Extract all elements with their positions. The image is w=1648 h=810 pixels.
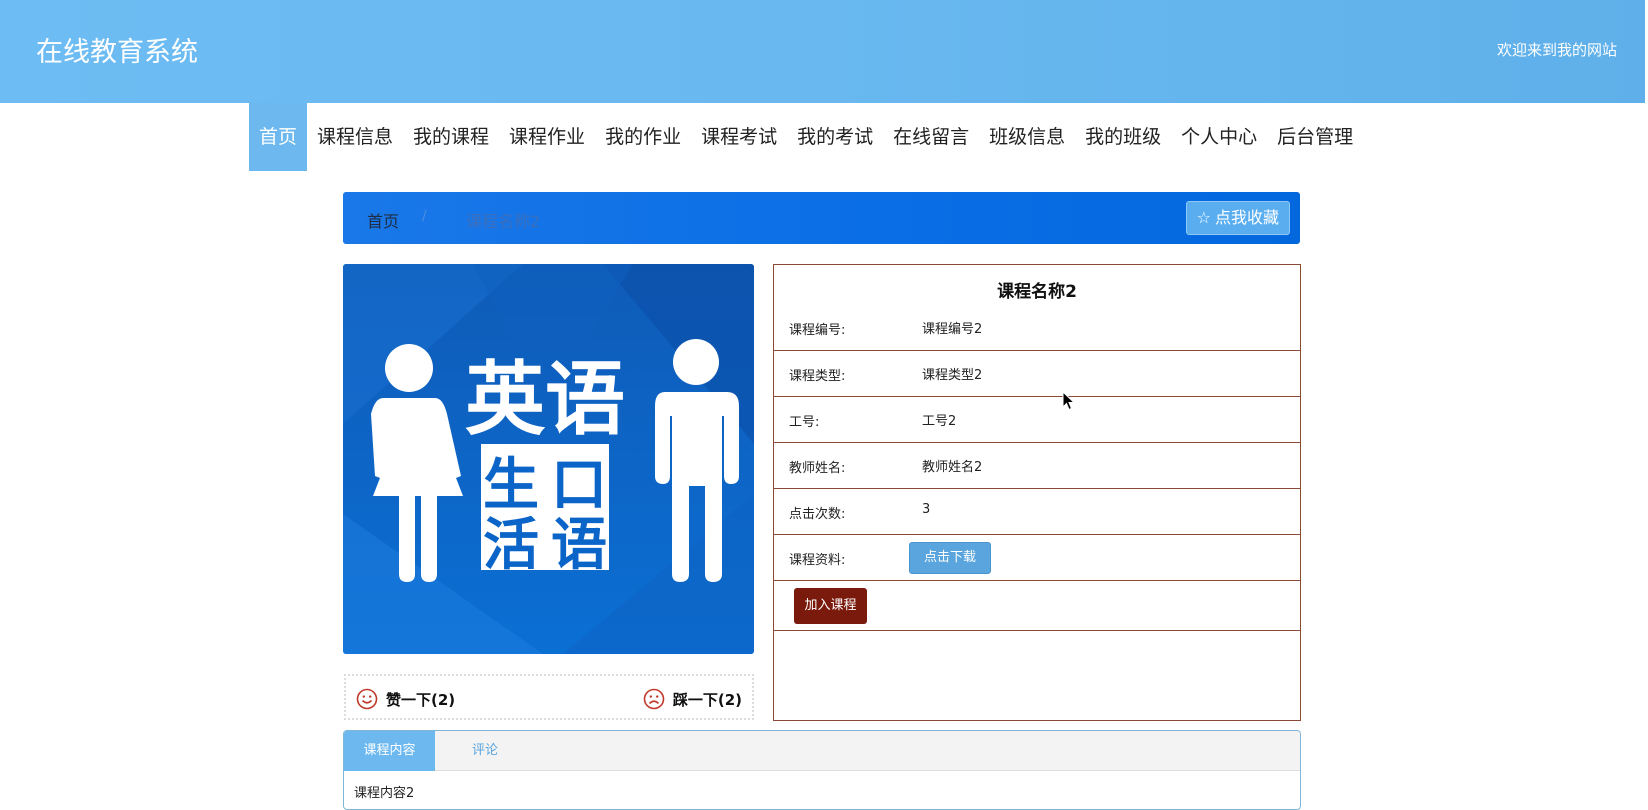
like-button[interactable]: 赞一下(2) [356, 688, 455, 710]
dislike-button[interactable]: 踩一下(2) [643, 688, 742, 710]
course-cover-image: 英语 生 口 活 语 [343, 264, 754, 654]
dislike-count: 踩一下(2) [672, 690, 742, 709]
cover-title-line3a: 活 [483, 513, 539, 578]
info-value: 课程类型2 [922, 368, 983, 383]
mouse-cursor-icon [1062, 391, 1076, 411]
info-label: 课程类型: [789, 369, 846, 384]
nav-item-my-courses[interactable]: 我的课程 [403, 103, 499, 171]
info-row-staff-number: 工号: 工号2 [774, 397, 1300, 443]
cover-title-line3b: 语 [551, 513, 607, 578]
info-row-course-type: 课程类型: 课程类型2 [774, 351, 1300, 397]
info-value: 教师姓名2 [922, 460, 983, 475]
course-tabs: 课程内容 评论 课程内容2 [343, 730, 1301, 810]
star-outline-icon: ☆ [1196, 208, 1211, 227]
breadcrumb-home-link[interactable]: 首页 [367, 208, 399, 232]
info-label: 课程编号: [789, 323, 846, 338]
info-row-course-materials: 课程资料: 点击下载 [774, 535, 1300, 581]
nav-item-my-exams[interactable]: 我的考试 [787, 103, 883, 171]
info-row-click-count: 点击次数: 3 [774, 489, 1300, 535]
info-label: 点击次数: [789, 507, 846, 522]
nav-item-admin[interactable]: 后台管理 [1267, 103, 1363, 171]
nav-item-course-homework[interactable]: 课程作业 [499, 103, 595, 171]
main-nav: 首页 课程信息 我的课程 课程作业 我的作业 课程考试 我的考试 在线留言 班级… [249, 103, 1363, 171]
nav-item-course-exams[interactable]: 课程考试 [691, 103, 787, 171]
join-course-button[interactable]: 加入课程 [794, 588, 867, 624]
info-label: 课程资料: [789, 553, 846, 568]
tab-strip: 课程内容 评论 [344, 731, 1300, 771]
info-label: 工号: [789, 415, 820, 430]
cover-title-line1: 英语 [465, 353, 625, 446]
nav-item-messages[interactable]: 在线留言 [883, 103, 979, 171]
info-value: 工号2 [922, 414, 957, 429]
favorite-button-label: 点我收藏 [1214, 208, 1279, 227]
cover-title-line2b: 口 [551, 453, 607, 518]
breadcrumb-separator: / [422, 208, 427, 224]
nav-item-profile[interactable]: 个人中心 [1171, 103, 1267, 171]
vote-box: 赞一下(2) 踩一下(2) [344, 674, 754, 720]
info-row-course-number: 课程编号: 课程编号2 [774, 305, 1300, 351]
welcome-text: 欢迎来到我的网站 [1496, 41, 1617, 59]
nav-item-class-info[interactable]: 班级信息 [979, 103, 1075, 171]
download-button[interactable]: 点击下载 [909, 542, 991, 574]
info-value: 3 [922, 502, 931, 517]
info-row-join: 加入课程 [774, 581, 1300, 631]
tab-course-content[interactable]: 课程内容 [344, 731, 435, 771]
course-title: 课程名称2 [997, 282, 1077, 302]
smile-icon [356, 688, 378, 710]
favorite-button[interactable]: ☆ 点我收藏 [1185, 201, 1290, 235]
site-title[interactable]: 在线教育系统 [36, 30, 198, 69]
cover-title-line2a: 生 [483, 453, 539, 518]
course-info-panel: 课程名称2 课程编号: 课程编号2 课程类型: 课程类型2 工号: 工号2 教师… [773, 264, 1301, 721]
info-label: 教师姓名: [789, 461, 846, 476]
tab-content: 课程内容2 [354, 786, 415, 801]
nav-item-course-info[interactable]: 课程信息 [307, 103, 403, 171]
nav-item-home[interactable]: 首页 [249, 103, 308, 171]
tab-comments[interactable]: 评论 [435, 731, 535, 771]
breadcrumb-current: 课程名称2 [466, 212, 541, 231]
info-row-teacher-name: 教师姓名: 教师姓名2 [774, 443, 1300, 489]
site-header: 在线教育系统 欢迎来到我的网站 [0, 0, 1645, 103]
frown-icon [643, 688, 665, 710]
info-value: 课程编号2 [922, 322, 983, 337]
breadcrumb: 首页 / 课程名称2 ☆ 点我收藏 [343, 192, 1300, 244]
nav-item-my-class[interactable]: 我的班级 [1075, 103, 1171, 171]
like-count: 赞一下(2) [386, 690, 456, 709]
nav-item-my-homework[interactable]: 我的作业 [595, 103, 691, 171]
